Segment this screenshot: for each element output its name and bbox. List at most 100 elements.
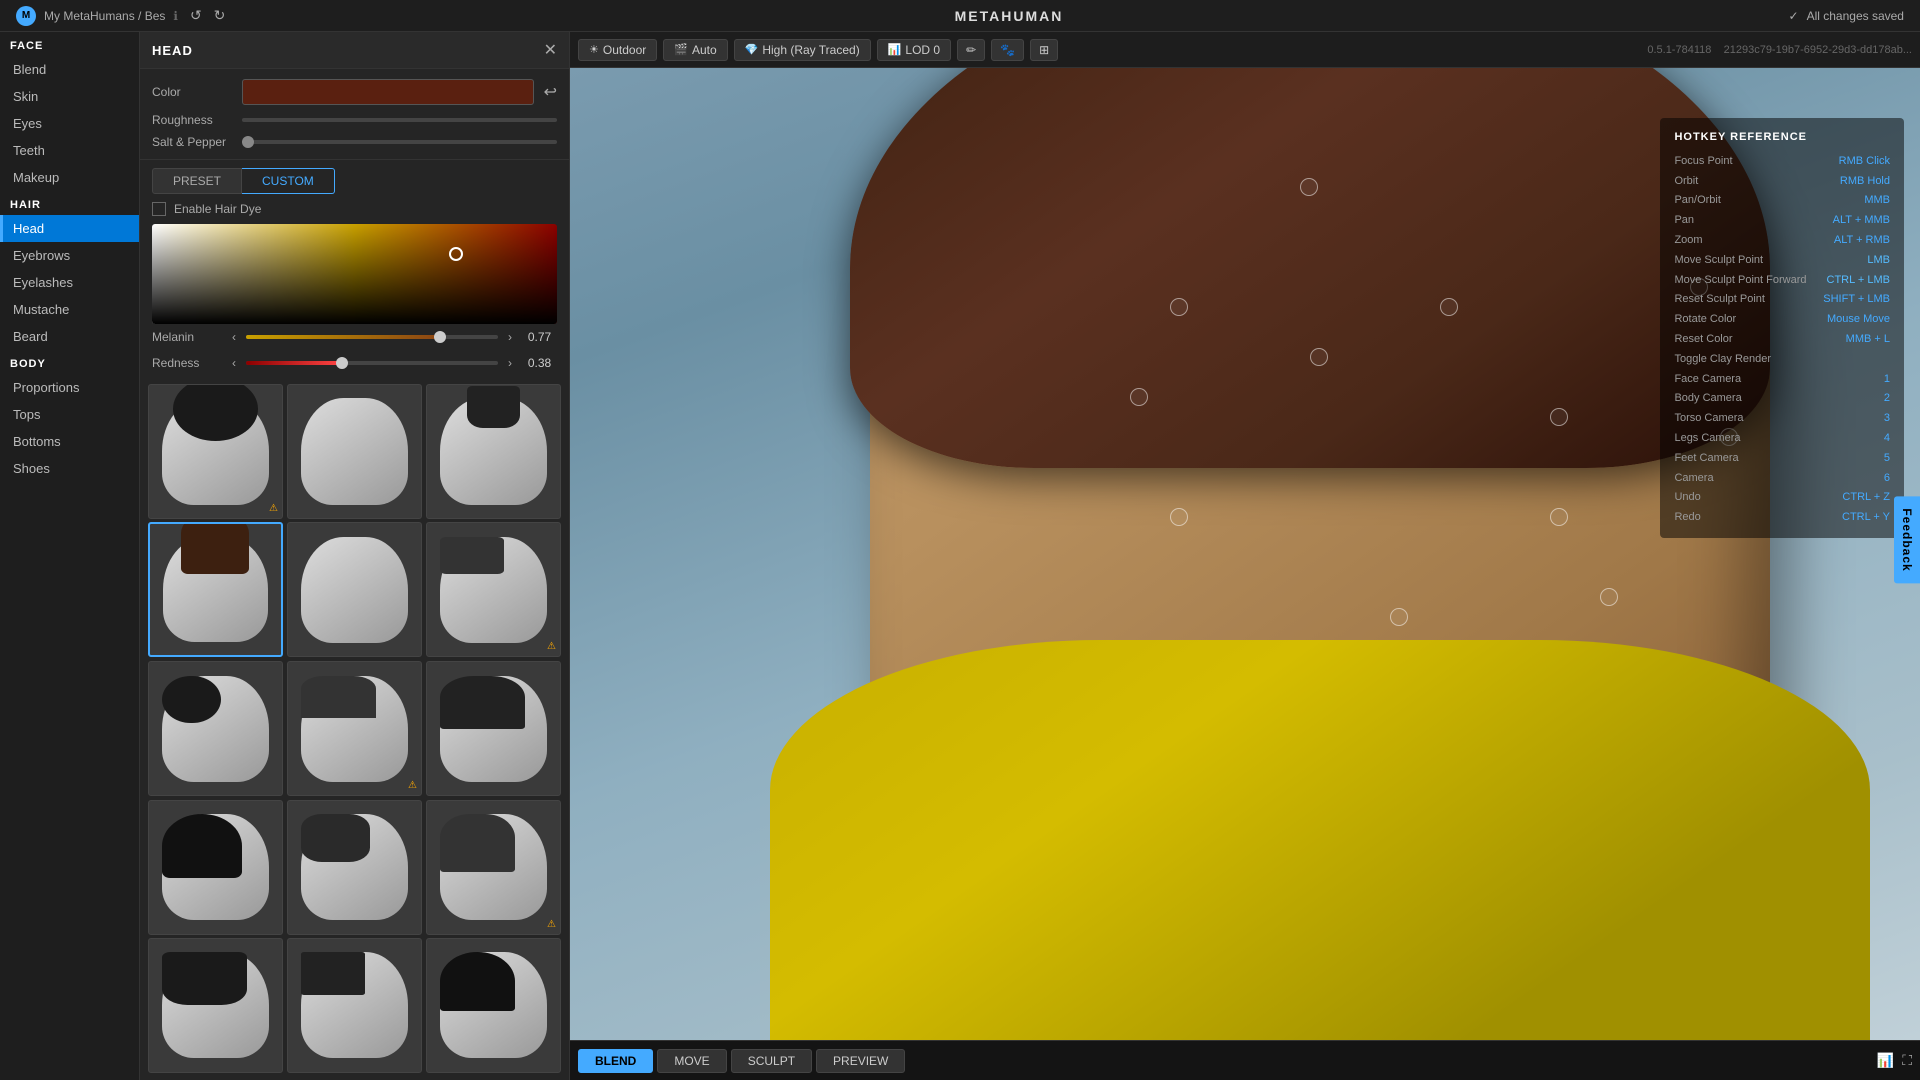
sidebar-item-proportions[interactable]: Proportions bbox=[0, 374, 139, 401]
preview-mode-button[interactable]: PREVIEW bbox=[816, 1049, 905, 1073]
sculpt-mode-button[interactable]: SCULPT bbox=[731, 1049, 812, 1073]
preset-tab[interactable]: PRESET bbox=[152, 168, 242, 194]
sidebar-item-teeth[interactable]: Teeth bbox=[0, 137, 139, 164]
hair-item-14[interactable] bbox=[287, 938, 422, 1073]
sidebar-item-makeup[interactable]: Makeup bbox=[0, 164, 139, 191]
hotkey-feet-cam: Feet Camera 5 bbox=[1674, 449, 1890, 469]
melanin-row: Melanin ‹ › 0.77 bbox=[140, 324, 569, 350]
hair-item-8[interactable]: ⚠ bbox=[287, 661, 422, 796]
sculpt-dot-chin[interactable] bbox=[1390, 608, 1408, 626]
blend-mode-button[interactable]: BLEND bbox=[578, 1049, 653, 1073]
sidebar-item-head[interactable]: Head bbox=[0, 215, 139, 242]
hair-item-13[interactable] bbox=[148, 938, 283, 1073]
undo-button[interactable]: ↺ bbox=[186, 5, 206, 26]
sidebar-item-mustache[interactable]: Mustache bbox=[0, 296, 139, 323]
hair-item-5[interactable] bbox=[287, 522, 422, 657]
stats-button[interactable]: 📊 bbox=[1877, 1052, 1894, 1069]
sculpt-dot-forehead[interactable] bbox=[1300, 178, 1318, 196]
main-layout: FACE Blend Skin Eyes Teeth Makeup HAIR H… bbox=[0, 32, 1920, 1080]
hk-pan-orbit-action: Pan/Orbit bbox=[1674, 191, 1720, 211]
hair-dye-checkbox[interactable] bbox=[152, 202, 166, 216]
color-section: Color ↩ Roughness Salt & Pepper bbox=[140, 69, 569, 160]
sculpt-dot-mouth-center[interactable] bbox=[1550, 508, 1568, 526]
hk-orbit-action: Orbit bbox=[1674, 172, 1698, 192]
hair-item-4[interactable] bbox=[148, 522, 283, 657]
redness-decrease-button[interactable]: ‹ bbox=[230, 356, 238, 370]
redness-increase-button[interactable]: › bbox=[506, 356, 514, 370]
sculpt-dot-nose-bridge[interactable] bbox=[1310, 348, 1328, 366]
hair-item-12[interactable]: ⚠ bbox=[426, 800, 561, 935]
salt-pepper-row: Salt & Pepper bbox=[152, 135, 557, 149]
salt-pepper-slider[interactable] bbox=[242, 140, 557, 144]
lod-button[interactable]: 📊 LOD 0 bbox=[877, 39, 951, 61]
hair-grid: ⚠ bbox=[140, 376, 569, 1080]
melanin-decrease-button[interactable]: ‹ bbox=[230, 330, 238, 344]
quality-button[interactable]: 💎 High (Ray Traced) bbox=[734, 39, 871, 61]
sidebar-item-eyes[interactable]: Eyes bbox=[0, 110, 139, 137]
hair-item-6[interactable]: ⚠ bbox=[426, 522, 561, 657]
sculpt-dot-jaw[interactable] bbox=[1600, 588, 1618, 606]
hk-zoom-action: Zoom bbox=[1674, 231, 1702, 251]
sidebar-item-bottoms[interactable]: Bottoms bbox=[0, 428, 139, 455]
hair-item-1[interactable]: ⚠ bbox=[148, 384, 283, 519]
melanin-thumb bbox=[434, 331, 446, 343]
hotkey-clay: Toggle Clay Render bbox=[1674, 350, 1890, 370]
sidebar-item-shoes[interactable]: Shoes bbox=[0, 455, 139, 482]
sculpt-dot-cheek-left[interactable] bbox=[1130, 388, 1148, 406]
move-mode-button[interactable]: MOVE bbox=[657, 1049, 726, 1073]
hair-item-15[interactable] bbox=[426, 938, 561, 1073]
sidebar-item-tops[interactable]: Tops bbox=[0, 401, 139, 428]
character-clothing bbox=[770, 640, 1870, 1040]
sculpt-dot-right-eye-area[interactable] bbox=[1440, 298, 1458, 316]
grid-button[interactable]: ⊞ bbox=[1030, 39, 1058, 61]
fullscreen-button[interactable]: ⛶ bbox=[1902, 1052, 1912, 1069]
color-gradient[interactable] bbox=[152, 224, 557, 324]
sculpt-dot-nose-tip[interactable] bbox=[1550, 408, 1568, 426]
feedback-button[interactable]: Feedback bbox=[1894, 496, 1920, 583]
melanin-slider[interactable] bbox=[246, 335, 498, 339]
outdoor-button[interactable]: ☀ Outdoor bbox=[578, 39, 657, 61]
viewport[interactable]: HOTKEY REFERENCE Focus Point RMB Click O… bbox=[570, 68, 1920, 1040]
redness-slider[interactable] bbox=[246, 361, 498, 365]
hair-item-9[interactable] bbox=[426, 661, 561, 796]
sculpt-dot-mouth-left[interactable] bbox=[1170, 508, 1188, 526]
color-reset-button[interactable]: ↩ bbox=[544, 82, 557, 102]
hk-focus-key: RMB Click bbox=[1839, 152, 1890, 172]
sidebar-item-blend[interactable]: Blend bbox=[0, 56, 139, 83]
redo-button[interactable]: ↻ bbox=[210, 5, 230, 26]
roughness-slider[interactable] bbox=[242, 118, 557, 122]
color-picker-area[interactable] bbox=[152, 224, 557, 324]
sidebar-item-skin[interactable]: Skin bbox=[0, 83, 139, 110]
hk-cam6-action: Camera bbox=[1674, 469, 1713, 489]
warning-icon-1: ⚠ bbox=[269, 503, 278, 514]
hotkey-undo: Undo CTRL + Z bbox=[1674, 488, 1890, 508]
hk-torso-cam-action: Torso Camera bbox=[1674, 409, 1743, 429]
hk-face-cam-action: Face Camera bbox=[1674, 370, 1741, 390]
hk-feet-cam-key: 5 bbox=[1884, 449, 1890, 469]
sidebar-item-eyebrows[interactable]: Eyebrows bbox=[0, 242, 139, 269]
warning-icon-12: ⚠ bbox=[547, 919, 556, 930]
hair-item-7[interactable] bbox=[148, 661, 283, 796]
sidebar-item-eyelashes[interactable]: Eyelashes bbox=[0, 269, 139, 296]
undo-redo-group[interactable]: ↺ ↻ bbox=[186, 5, 229, 26]
auto-button[interactable]: 🎬 Auto bbox=[663, 39, 727, 61]
hk-cam6-key: 6 bbox=[1884, 469, 1890, 489]
sidebar-item-beard[interactable]: Beard bbox=[0, 323, 139, 350]
hotkey-redo: Redo CTRL + Y bbox=[1674, 508, 1890, 528]
hk-body-cam-action: Body Camera bbox=[1674, 389, 1741, 409]
paint-button[interactable]: ✏ bbox=[957, 39, 985, 61]
panel-close-button[interactable]: ✕ bbox=[544, 40, 557, 60]
sculpt-view-button[interactable]: 🐾 bbox=[991, 39, 1024, 61]
hair-item-11[interactable] bbox=[287, 800, 422, 935]
hair-item-10[interactable] bbox=[148, 800, 283, 935]
color-gradient-dark bbox=[152, 224, 557, 324]
lod-icon: 📊 bbox=[888, 43, 902, 56]
hk-pan-orbit-key: MMB bbox=[1864, 191, 1890, 211]
sculpt-dot-left-eye-area[interactable] bbox=[1170, 298, 1188, 316]
hair-item-3[interactable] bbox=[426, 384, 561, 519]
panel-header: HEAD ✕ bbox=[140, 32, 569, 69]
color-swatch[interactable] bbox=[242, 79, 534, 105]
hair-item-2[interactable] bbox=[287, 384, 422, 519]
melanin-increase-button[interactable]: › bbox=[506, 330, 514, 344]
custom-tab[interactable]: CUSTOM bbox=[242, 168, 335, 194]
